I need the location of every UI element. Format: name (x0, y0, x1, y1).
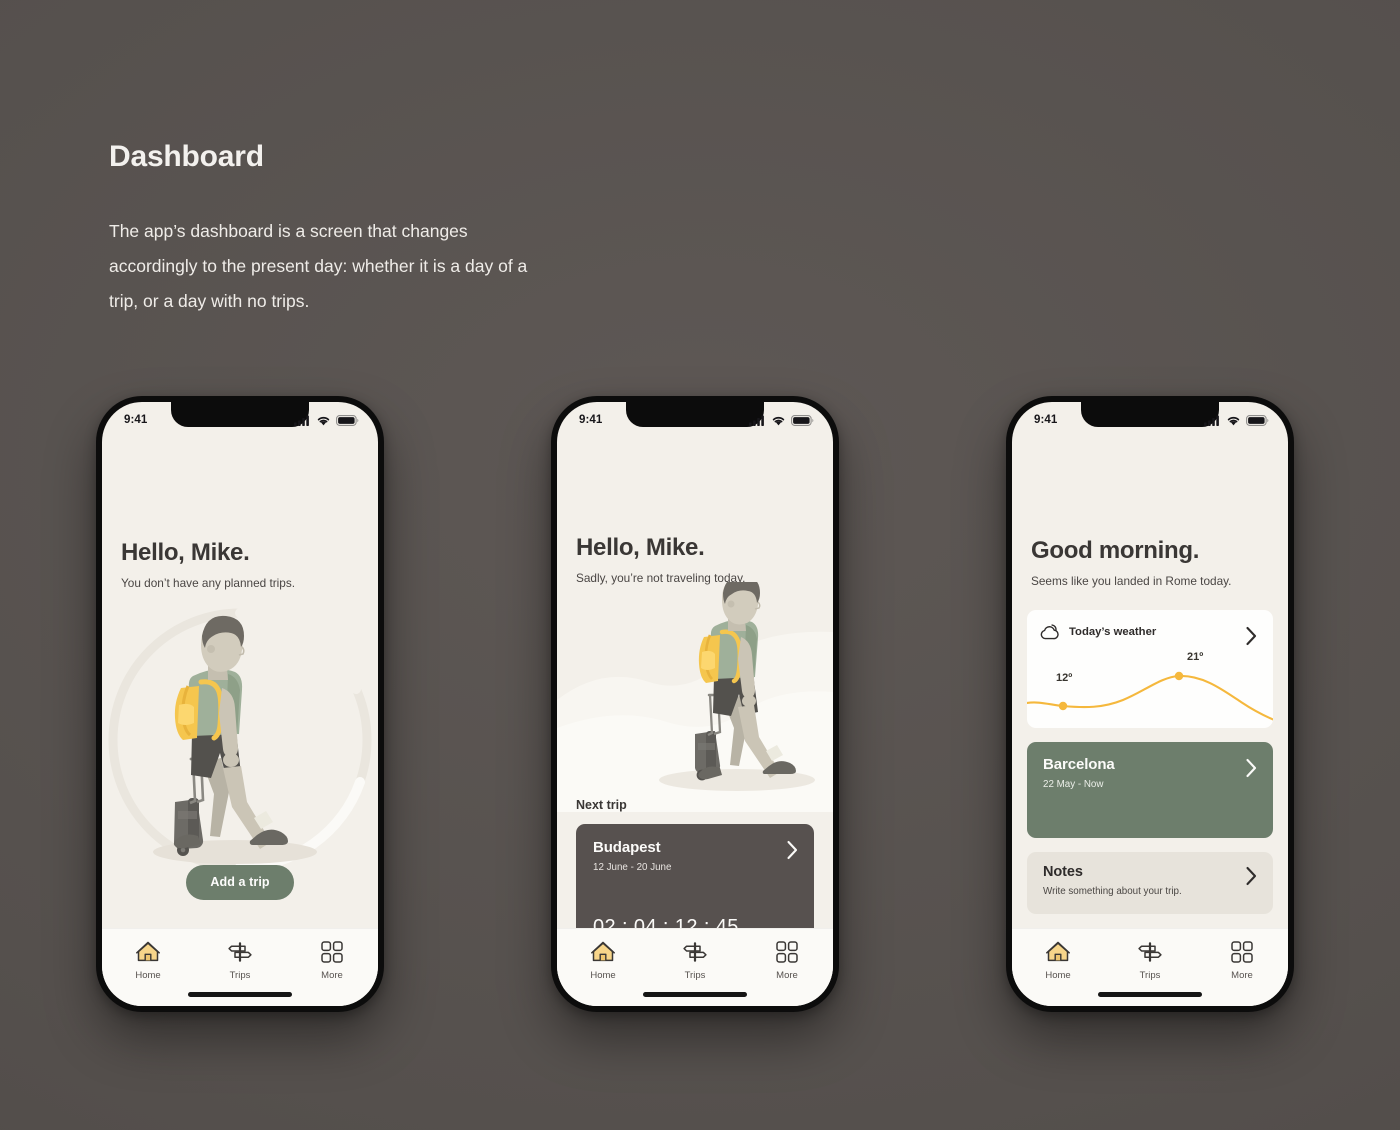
battery-icon (791, 414, 814, 426)
cellular-signal-icon (749, 415, 764, 426)
screen1-body: Hello, Mike. You don’t have any planned … (102, 432, 378, 928)
tab-home[interactable]: Home (108, 941, 188, 981)
weather-low-label: 12º (1056, 672, 1073, 684)
tab-home-label: Home (1045, 970, 1071, 981)
phone-mockup-next-trip: 9:41 Hello, Mike. Sadly, you’re not trav… (551, 396, 839, 1012)
chevron-right-icon[interactable] (786, 840, 799, 860)
add-trip-cta-wrap: Add a trip (102, 865, 378, 900)
tab-home-label: Home (590, 970, 616, 981)
greeting-block: Good morning. Seems like you landed in R… (1031, 537, 1231, 588)
status-icons (1204, 414, 1269, 426)
home-icon (591, 941, 615, 962)
wifi-icon (317, 416, 330, 425)
tab-home[interactable]: Home (1018, 941, 1098, 981)
screen3-body: Good morning. Seems like you landed in R… (1012, 432, 1288, 928)
tab-more[interactable]: More (292, 941, 372, 981)
grid-icon (321, 941, 343, 963)
screen2-body: Hello, Mike. Sadly, you’re not traveling… (557, 432, 833, 928)
notes-subtitle: Write something about your trip. (1043, 886, 1182, 897)
current-trip-dates: 22 May - Now (1043, 779, 1104, 790)
tab-bar: Home Trips More (1012, 928, 1288, 1006)
greeting-block: Hello, Mike. Sadly, you’re not traveling… (576, 534, 745, 585)
signpost-icon (683, 942, 707, 962)
current-trip-card[interactable]: Barcelona 22 May - Now (1027, 742, 1273, 838)
chevron-right-icon[interactable] (1245, 758, 1258, 778)
greeting-subtitle: You don’t have any planned trips. (121, 576, 296, 590)
chevron-right-icon[interactable] (1245, 626, 1258, 646)
home-indicator (1098, 992, 1202, 997)
signpost-icon (228, 942, 252, 962)
intro-block: Dashboard The app’s dashboard is a scree… (109, 140, 669, 319)
grid-icon (1231, 941, 1253, 963)
next-trip-label: Next trip (576, 798, 627, 812)
tab-bar: Home Trips More (102, 928, 378, 1006)
tab-more[interactable]: More (1202, 941, 1282, 981)
tab-bar: Home Trips More (557, 928, 833, 1006)
weather-card[interactable]: Today’s weather 12º 21º (1027, 610, 1273, 728)
tab-trips[interactable]: Trips (1110, 941, 1190, 981)
wifi-icon (772, 416, 785, 425)
tab-home[interactable]: Home (563, 941, 643, 981)
battery-icon (336, 414, 359, 426)
tab-home-label: Home (135, 970, 161, 981)
home-indicator (188, 992, 292, 997)
screen-no-trips: 9:41 Hello, Mike. You don’t have any pla… (102, 402, 378, 1006)
page-description: The app’s dashboard is a screen that cha… (109, 221, 528, 311)
tab-more-label: More (1231, 970, 1253, 981)
current-trip-title: Barcelona (1043, 756, 1115, 773)
greeting-title: Good morning. (1031, 537, 1200, 564)
next-trip-card[interactable]: Budapest 12 June - 20 June 02 : 04 : 12 … (576, 824, 814, 928)
phone-mockup-active-trip: 9:41 Good morning. Seems like you landed… (1006, 396, 1294, 1012)
home-icon (136, 941, 160, 962)
notes-title: Notes (1043, 864, 1083, 880)
tab-more[interactable]: More (747, 941, 827, 981)
grid-icon (776, 941, 798, 963)
chevron-right-icon[interactable] (1245, 866, 1258, 886)
cellular-signal-icon (1204, 415, 1219, 426)
greeting-subtitle: Seems like you landed in Rome today. (1031, 574, 1232, 588)
home-indicator (643, 992, 747, 997)
weather-card-header: Today’s weather (1027, 610, 1273, 640)
status-icons (294, 414, 359, 426)
tab-more-label: More (321, 970, 343, 981)
status-time: 9:41 (579, 414, 603, 426)
page-title: Dashboard (109, 140, 264, 173)
trip-dates: 12 June - 20 June (593, 862, 672, 873)
add-trip-button[interactable]: Add a trip (186, 865, 294, 900)
notes-card[interactable]: Notes Write something about your trip. (1027, 852, 1273, 914)
greeting-block: Hello, Mike. You don’t have any planned … (121, 539, 295, 590)
traveler-illustration (557, 582, 833, 812)
tab-trips-label: Trips (684, 970, 706, 981)
trip-countdown: 02 : 04 : 12 : 45 (593, 916, 739, 928)
tab-trips-label: Trips (1139, 970, 1161, 981)
phone-mockup-empty-state: 9:41 Hello, Mike. You don’t have any pla… (96, 396, 384, 1012)
screen-next-trip: 9:41 Hello, Mike. Sadly, you’re not trav… (557, 402, 833, 1006)
battery-icon (1246, 414, 1269, 426)
tab-more-label: More (776, 970, 798, 981)
cloud-icon (1040, 624, 1059, 640)
tab-trips-label: Trips (229, 970, 251, 981)
cellular-signal-icon (294, 415, 309, 426)
tab-trips[interactable]: Trips (200, 941, 280, 981)
greeting-title: Hello, Mike. (121, 539, 250, 566)
greeting-title: Hello, Mike. (576, 534, 705, 561)
home-icon (1046, 941, 1070, 962)
status-bar: 9:41 (102, 402, 378, 432)
tab-trips[interactable]: Trips (655, 941, 735, 981)
weather-high-label: 21º (1187, 651, 1204, 663)
wifi-icon (1227, 416, 1240, 425)
status-time: 9:41 (1034, 414, 1058, 426)
trip-destination: Budapest (593, 839, 661, 856)
status-bar: 9:41 (1012, 402, 1288, 432)
screen-active-trip: 9:41 Good morning. Seems like you landed… (1012, 402, 1288, 1006)
weather-chart (1027, 674, 1273, 721)
status-time: 9:41 (124, 414, 148, 426)
status-icons (749, 414, 814, 426)
status-bar: 9:41 (557, 402, 833, 432)
weather-card-title: Today’s weather (1069, 626, 1157, 638)
signpost-icon (1138, 942, 1162, 962)
